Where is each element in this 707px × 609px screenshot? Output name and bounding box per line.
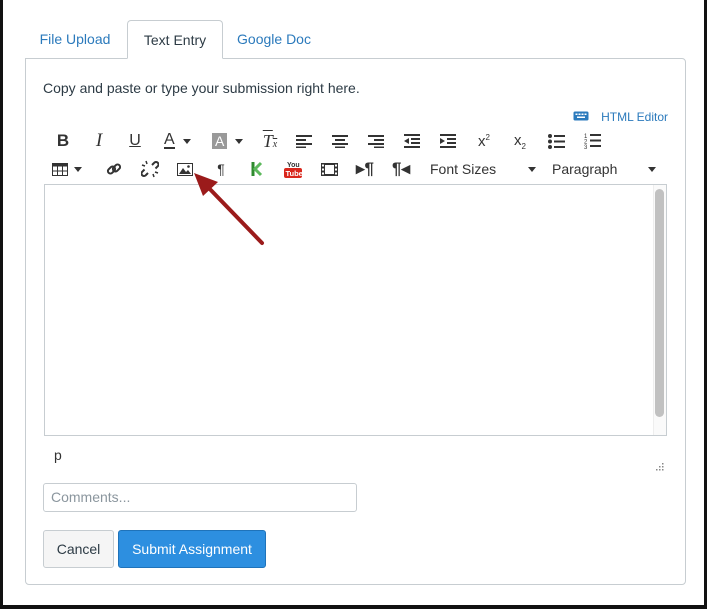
cancel-button[interactable]: Cancel: [43, 530, 114, 568]
chevron-down-icon: [235, 138, 244, 144]
rich-content-editor[interactable]: [44, 184, 667, 436]
bulleted-list-button[interactable]: [543, 128, 569, 154]
resize-handle-icon[interactable]: [654, 458, 664, 476]
window-frame-left: [0, 0, 3, 609]
superscript-icon: x2: [478, 132, 490, 150]
kaltura-button[interactable]: [244, 156, 270, 182]
bold-icon: B: [56, 131, 70, 150]
link-icon: [106, 163, 122, 175]
show-blocks-icon: ¶: [217, 161, 225, 177]
paragraph-select[interactable]: Paragraph: [552, 156, 656, 182]
tab-text-entry[interactable]: Text Entry: [127, 20, 223, 59]
youtube-icon: YouTube: [284, 162, 303, 178]
subscript-icon: x2: [514, 131, 526, 151]
chevron-down-icon: [74, 166, 82, 172]
outdent-icon: [404, 134, 420, 148]
clear-formatting-button[interactable]: Tx: [257, 128, 283, 154]
text-color-button[interactable]: A: [160, 128, 200, 154]
svg-text:3: 3: [584, 145, 588, 149]
clear-formatting-icon: Tx: [262, 130, 278, 151]
align-right-icon: [368, 135, 384, 148]
html-editor-link[interactable]: HTML Editor: [573, 109, 668, 125]
rtl-icon: ¶◂: [392, 159, 410, 178]
keyboard-icon: [573, 110, 589, 125]
chevron-down-icon: [528, 166, 536, 172]
tab-google-doc[interactable]: Google Doc: [226, 20, 322, 59]
link-button[interactable]: [101, 156, 127, 182]
editor-path-indicator: p: [54, 447, 62, 463]
unlink-button[interactable]: [137, 156, 163, 182]
ltr-icon: ▸¶: [356, 159, 374, 178]
editor-scrollbar-thumb[interactable]: [655, 189, 664, 417]
svg-text:You: You: [287, 162, 300, 169]
subscript-button[interactable]: x2: [507, 128, 533, 154]
italic-icon: I: [95, 130, 103, 151]
table-button[interactable]: [52, 156, 92, 182]
comments-field[interactable]: [43, 483, 357, 512]
italic-button[interactable]: I: [86, 128, 112, 154]
background-color-icon: A: [212, 133, 228, 149]
background-color-button[interactable]: A: [210, 128, 250, 154]
unlink-icon: [141, 160, 159, 178]
editor-content[interactable]: [53, 193, 646, 427]
youtube-button[interactable]: You Tube: [280, 156, 306, 182]
chevron-down-icon: [182, 138, 191, 144]
bulleted-list-icon: [547, 133, 565, 149]
numbered-list-icon: 123: [584, 134, 601, 149]
show-blocks-button[interactable]: ¶: [208, 156, 234, 182]
font-sizes-label: Font Sizes: [430, 161, 497, 177]
media-button[interactable]: [316, 156, 342, 182]
embed-image-icon: [177, 162, 193, 176]
instructions-text: Copy and paste or type your submission r…: [43, 80, 360, 96]
html-editor-label: HTML Editor: [601, 110, 668, 124]
indent-icon: [440, 134, 456, 148]
indent-button[interactable]: [435, 128, 461, 154]
window-frame-bottom: [0, 605, 707, 609]
text-color-icon: A: [164, 131, 175, 149]
align-left-icon: [296, 135, 312, 148]
bold-button[interactable]: B: [50, 128, 76, 154]
align-left-button[interactable]: [291, 128, 317, 154]
underline-icon: U: [129, 132, 141, 149]
tab-file-upload[interactable]: File Upload: [26, 20, 124, 59]
submit-assignment-button[interactable]: Submit Assignment: [118, 530, 266, 568]
embed-image-button[interactable]: [172, 156, 198, 182]
numbered-list-button[interactable]: 123: [579, 128, 605, 154]
align-center-button[interactable]: [327, 128, 353, 154]
superscript-button[interactable]: x2: [471, 128, 497, 154]
underline-button[interactable]: U: [122, 128, 148, 154]
outdent-button[interactable]: [399, 128, 425, 154]
ltr-button[interactable]: ▸¶: [352, 156, 378, 182]
rtl-button[interactable]: ¶◂: [388, 156, 414, 182]
align-center-icon: [332, 135, 348, 148]
font-sizes-select[interactable]: Font Sizes: [430, 156, 536, 182]
media-icon: [320, 162, 338, 176]
paragraph-label: Paragraph: [552, 161, 618, 177]
align-right-button[interactable]: [363, 128, 389, 154]
chevron-down-icon: [648, 166, 656, 172]
kaltura-icon: [251, 161, 263, 177]
table-icon: [52, 162, 68, 176]
svg-text:Tube: Tube: [286, 169, 303, 178]
